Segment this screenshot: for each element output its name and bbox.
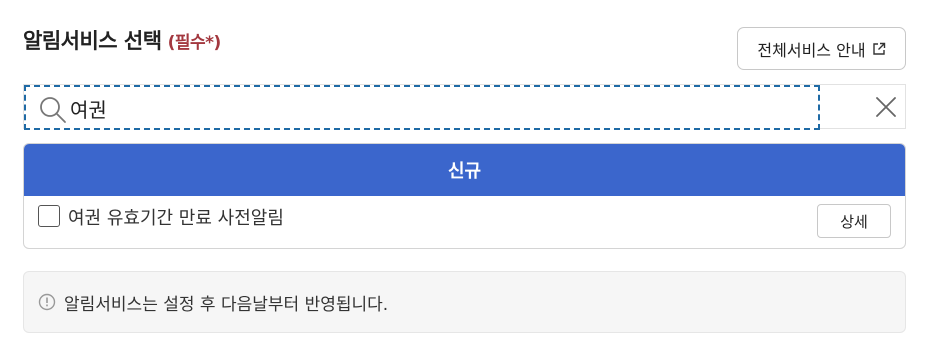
- search-field-wrapper: [24, 85, 820, 130]
- category-label: 신규: [447, 161, 482, 182]
- required-label: (필수*): [167, 33, 222, 53]
- search-bar: [23, 84, 906, 130]
- notice-text: 알림서비스는 설정 후 다음날부터 반영됩니다.: [64, 294, 389, 315]
- detail-button[interactable]: 상세: [817, 204, 891, 238]
- all-services-guide-label: 전체서비스 안내: [757, 40, 866, 60]
- info-icon: [38, 293, 56, 311]
- search-results-panel: 신규 여권 유효기간 만료 사전알림 상세: [23, 143, 906, 249]
- info-notice: 알림서비스는 설정 후 다음날부터 반영됩니다.: [23, 271, 906, 333]
- all-services-guide-button[interactable]: 전체서비스 안내: [737, 27, 906, 70]
- service-checkbox[interactable]: [38, 205, 60, 227]
- section-title: 알림서비스 선택 (필수*): [23, 25, 221, 55]
- clear-search-icon[interactable]: [875, 96, 897, 118]
- category-header: 신규: [24, 144, 905, 196]
- list-item: 여권 유효기간 만료 사전알림 상세: [24, 196, 905, 248]
- external-link-icon: [872, 42, 885, 55]
- search-input[interactable]: [70, 92, 800, 124]
- section-title-text: 알림서비스 선택: [23, 29, 162, 53]
- service-label[interactable]: 여권 유효기간 만료 사전알림: [68, 204, 284, 230]
- search-icon: [40, 97, 66, 123]
